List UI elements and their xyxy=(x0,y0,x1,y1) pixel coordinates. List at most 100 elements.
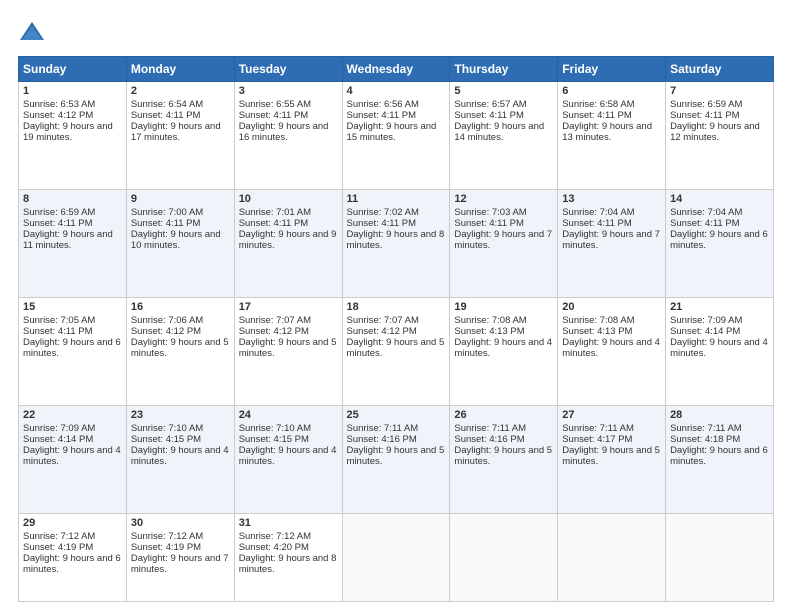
calendar-week-2: 8 Sunrise: 6:59 AM Sunset: 4:11 PM Dayli… xyxy=(19,190,774,298)
daylight-label: Daylight: 9 hours and 13 minutes. xyxy=(562,121,652,143)
daylight-label: Daylight: 9 hours and 4 minutes. xyxy=(23,445,121,467)
day-number: 25 xyxy=(347,409,446,421)
day-number: 7 xyxy=(670,85,769,97)
sunset-label: Sunset: 4:16 PM xyxy=(454,434,524,445)
calendar-cell: 28 Sunrise: 7:11 AM Sunset: 4:18 PM Dayl… xyxy=(666,406,774,514)
sunset-label: Sunset: 4:11 PM xyxy=(23,326,93,337)
day-number: 27 xyxy=(562,409,661,421)
calendar-week-5: 29 Sunrise: 7:12 AM Sunset: 4:19 PM Dayl… xyxy=(19,514,774,602)
daylight-label: Daylight: 9 hours and 6 minutes. xyxy=(670,229,768,251)
calendar-cell: 30 Sunrise: 7:12 AM Sunset: 4:19 PM Dayl… xyxy=(126,514,234,602)
daylight-label: Daylight: 9 hours and 5 minutes. xyxy=(347,337,445,359)
sunset-label: Sunset: 4:12 PM xyxy=(131,326,201,337)
daylight-label: Daylight: 9 hours and 6 minutes. xyxy=(23,553,121,575)
calendar-cell: 17 Sunrise: 7:07 AM Sunset: 4:12 PM Dayl… xyxy=(234,298,342,406)
day-number: 17 xyxy=(239,301,338,313)
sunset-label: Sunset: 4:14 PM xyxy=(670,326,740,337)
sunset-label: Sunset: 4:19 PM xyxy=(131,542,201,553)
day-number: 4 xyxy=(347,85,446,97)
logo xyxy=(18,18,50,46)
sunrise-label: Sunrise: 7:04 AM xyxy=(562,207,634,218)
sunset-label: Sunset: 4:11 PM xyxy=(23,218,93,229)
sunrise-label: Sunrise: 6:59 AM xyxy=(670,99,742,110)
calendar-header-row: SundayMondayTuesdayWednesdayThursdayFrid… xyxy=(19,57,774,82)
calendar-cell: 7 Sunrise: 6:59 AM Sunset: 4:11 PM Dayli… xyxy=(666,82,774,190)
sunset-label: Sunset: 4:16 PM xyxy=(347,434,417,445)
day-number: 20 xyxy=(562,301,661,313)
calendar-cell: 6 Sunrise: 6:58 AM Sunset: 4:11 PM Dayli… xyxy=(558,82,666,190)
calendar-cell: 10 Sunrise: 7:01 AM Sunset: 4:11 PM Dayl… xyxy=(234,190,342,298)
day-number: 23 xyxy=(131,409,230,421)
day-number: 10 xyxy=(239,193,338,205)
sunset-label: Sunset: 4:11 PM xyxy=(239,110,309,121)
sunrise-label: Sunrise: 7:03 AM xyxy=(454,207,526,218)
daylight-label: Daylight: 9 hours and 5 minutes. xyxy=(454,445,552,467)
daylight-label: Daylight: 9 hours and 7 minutes. xyxy=(454,229,552,251)
day-number: 1 xyxy=(23,85,122,97)
day-number: 22 xyxy=(23,409,122,421)
sunset-label: Sunset: 4:14 PM xyxy=(23,434,93,445)
sunset-label: Sunset: 4:11 PM xyxy=(562,218,632,229)
daylight-label: Daylight: 9 hours and 5 minutes. xyxy=(562,445,660,467)
calendar-cell: 12 Sunrise: 7:03 AM Sunset: 4:11 PM Dayl… xyxy=(450,190,558,298)
sunrise-label: Sunrise: 7:00 AM xyxy=(131,207,203,218)
calendar-cell xyxy=(342,514,450,602)
day-header-wednesday: Wednesday xyxy=(342,57,450,82)
calendar-cell: 5 Sunrise: 6:57 AM Sunset: 4:11 PM Dayli… xyxy=(450,82,558,190)
day-number: 5 xyxy=(454,85,553,97)
daylight-label: Daylight: 9 hours and 15 minutes. xyxy=(347,121,437,143)
sunrise-label: Sunrise: 6:57 AM xyxy=(454,99,526,110)
day-header-saturday: Saturday xyxy=(666,57,774,82)
calendar-cell: 15 Sunrise: 7:05 AM Sunset: 4:11 PM Dayl… xyxy=(19,298,127,406)
day-header-sunday: Sunday xyxy=(19,57,127,82)
sunset-label: Sunset: 4:11 PM xyxy=(670,110,740,121)
day-header-monday: Monday xyxy=(126,57,234,82)
daylight-label: Daylight: 9 hours and 4 minutes. xyxy=(562,337,660,359)
day-number: 31 xyxy=(239,517,338,529)
daylight-label: Daylight: 9 hours and 10 minutes. xyxy=(131,229,221,251)
sunset-label: Sunset: 4:11 PM xyxy=(562,110,632,121)
sunset-label: Sunset: 4:11 PM xyxy=(670,218,740,229)
calendar-cell: 14 Sunrise: 7:04 AM Sunset: 4:11 PM Dayl… xyxy=(666,190,774,298)
sunrise-label: Sunrise: 7:04 AM xyxy=(670,207,742,218)
daylight-label: Daylight: 9 hours and 7 minutes. xyxy=(131,553,229,575)
sunset-label: Sunset: 4:18 PM xyxy=(670,434,740,445)
sunset-label: Sunset: 4:11 PM xyxy=(131,218,201,229)
daylight-label: Daylight: 9 hours and 8 minutes. xyxy=(347,229,445,251)
daylight-label: Daylight: 9 hours and 11 minutes. xyxy=(23,229,113,251)
day-number: 6 xyxy=(562,85,661,97)
sunrise-label: Sunrise: 7:07 AM xyxy=(239,315,311,326)
day-number: 19 xyxy=(454,301,553,313)
calendar-cell: 26 Sunrise: 7:11 AM Sunset: 4:16 PM Dayl… xyxy=(450,406,558,514)
sunrise-label: Sunrise: 6:55 AM xyxy=(239,99,311,110)
sunset-label: Sunset: 4:19 PM xyxy=(23,542,93,553)
sunrise-label: Sunrise: 7:12 AM xyxy=(23,531,95,542)
daylight-label: Daylight: 9 hours and 6 minutes. xyxy=(23,337,121,359)
day-header-tuesday: Tuesday xyxy=(234,57,342,82)
sunset-label: Sunset: 4:15 PM xyxy=(239,434,309,445)
calendar-cell: 25 Sunrise: 7:11 AM Sunset: 4:16 PM Dayl… xyxy=(342,406,450,514)
daylight-label: Daylight: 9 hours and 4 minutes. xyxy=(454,337,552,359)
sunrise-label: Sunrise: 7:11 AM xyxy=(347,423,419,434)
calendar-cell: 21 Sunrise: 7:09 AM Sunset: 4:14 PM Dayl… xyxy=(666,298,774,406)
daylight-label: Daylight: 9 hours and 4 minutes. xyxy=(131,445,229,467)
calendar-cell: 8 Sunrise: 6:59 AM Sunset: 4:11 PM Dayli… xyxy=(19,190,127,298)
calendar-cell: 3 Sunrise: 6:55 AM Sunset: 4:11 PM Dayli… xyxy=(234,82,342,190)
day-number: 11 xyxy=(347,193,446,205)
calendar-week-3: 15 Sunrise: 7:05 AM Sunset: 4:11 PM Dayl… xyxy=(19,298,774,406)
daylight-label: Daylight: 9 hours and 14 minutes. xyxy=(454,121,544,143)
sunset-label: Sunset: 4:13 PM xyxy=(454,326,524,337)
sunset-label: Sunset: 4:13 PM xyxy=(562,326,632,337)
daylight-label: Daylight: 9 hours and 12 minutes. xyxy=(670,121,760,143)
day-number: 29 xyxy=(23,517,122,529)
sunrise-label: Sunrise: 7:07 AM xyxy=(347,315,419,326)
day-number: 26 xyxy=(454,409,553,421)
sunset-label: Sunset: 4:17 PM xyxy=(562,434,632,445)
day-number: 30 xyxy=(131,517,230,529)
day-number: 24 xyxy=(239,409,338,421)
day-number: 14 xyxy=(670,193,769,205)
daylight-label: Daylight: 9 hours and 9 minutes. xyxy=(239,229,337,251)
day-number: 8 xyxy=(23,193,122,205)
sunset-label: Sunset: 4:15 PM xyxy=(131,434,201,445)
day-number: 21 xyxy=(670,301,769,313)
